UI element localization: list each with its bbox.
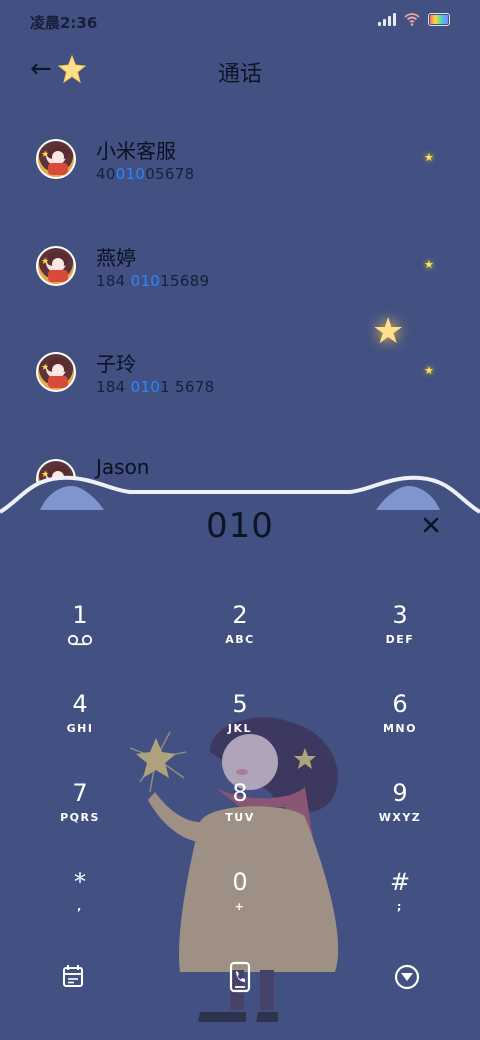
signal-icon [378, 12, 396, 26]
collapse-dialpad-icon[interactable] [390, 960, 424, 994]
avatar: ★ [36, 246, 76, 286]
contact-row[interactable]: ★ 小米客服 4001005678 ★ [0, 125, 480, 225]
key-letters: ABC [225, 633, 255, 646]
key-star[interactable]: * , [20, 867, 140, 947]
key-digit: 9 [392, 779, 408, 807]
contact-number: 4001005678 [96, 165, 195, 183]
status-bar: 凌晨2:36 [0, 0, 480, 40]
key-4[interactable]: 4 GHI [20, 689, 140, 769]
key-3[interactable]: 3 DEF [340, 600, 460, 680]
key-letters: DEF [385, 633, 415, 646]
contact-list: ★ 小米客服 4001005678 ★ ★ 燕婷 184 01015689 ★ … [0, 105, 480, 495]
key-0[interactable]: 0 + [180, 867, 300, 947]
key-7[interactable]: 7 PQRS [20, 778, 140, 858]
star-icon: ★ [424, 364, 434, 377]
key-letters: , [77, 900, 83, 913]
contact-name: 燕婷 [96, 246, 136, 270]
key-6[interactable]: 6 MNO [340, 689, 460, 769]
key-9[interactable]: 9 WXYZ [340, 778, 460, 858]
key-digit: 3 [392, 601, 408, 629]
key-letters: GHI [66, 722, 94, 735]
key-digit: 4 [72, 690, 88, 718]
key-letters: TUV [225, 811, 255, 824]
key-digit: 6 [392, 690, 408, 718]
wifi-icon [404, 12, 420, 26]
star-icon: ★ [372, 311, 405, 352]
key-letters: JKL [227, 722, 253, 735]
voicemail-icon [67, 634, 93, 646]
star-icon: ★ [424, 151, 434, 164]
phone-call-icon[interactable] [223, 960, 257, 994]
status-icons [378, 12, 450, 26]
key-hash[interactable]: # ; [340, 867, 460, 947]
avatar: ★ [36, 139, 76, 179]
close-icon[interactable] [420, 514, 442, 536]
key-digit: # [389, 868, 411, 896]
key-2[interactable]: 2 ABC [180, 600, 300, 680]
calendar-icon[interactable] [56, 960, 90, 994]
key-5[interactable]: 5 JKL [180, 689, 300, 769]
contact-row[interactable]: ★ 燕婷 184 01015689 ★ [0, 232, 480, 332]
key-digit: 8 [232, 779, 248, 807]
key-letters: WXYZ [378, 811, 422, 824]
key-digit: 2 [232, 601, 248, 629]
contact-number: 184 0101 5678 [96, 378, 215, 396]
key-digit: 0 [232, 868, 248, 896]
key-digit: 7 [72, 779, 88, 807]
key-letters: MNO [382, 722, 417, 735]
header: ← 通话 [0, 40, 480, 100]
key-digit: 1 [72, 601, 88, 629]
contact-name: 子玲 [96, 352, 136, 376]
avatar: ★ [36, 352, 76, 392]
contact-name: 小米客服 [96, 139, 176, 163]
status-time: 凌晨2:36 [30, 14, 98, 32]
contact-row[interactable]: ★ 子玲 184 0101 5678 ★ [0, 338, 480, 438]
dialed-digits: 010 [206, 506, 274, 546]
page-title: 通话 [217, 62, 262, 87]
battery-icon [428, 12, 450, 26]
key-8[interactable]: 8 TUV [180, 778, 300, 858]
star-icon: ★ [424, 258, 434, 271]
key-letters: ; [397, 900, 403, 913]
key-digit: 5 [232, 690, 248, 718]
key-1[interactable]: 1 [20, 600, 140, 680]
key-letters: PQRS [60, 811, 100, 824]
key-digit: * [74, 868, 86, 896]
contact-number: 184 01015689 [96, 272, 210, 290]
key-letters: + [234, 900, 246, 913]
